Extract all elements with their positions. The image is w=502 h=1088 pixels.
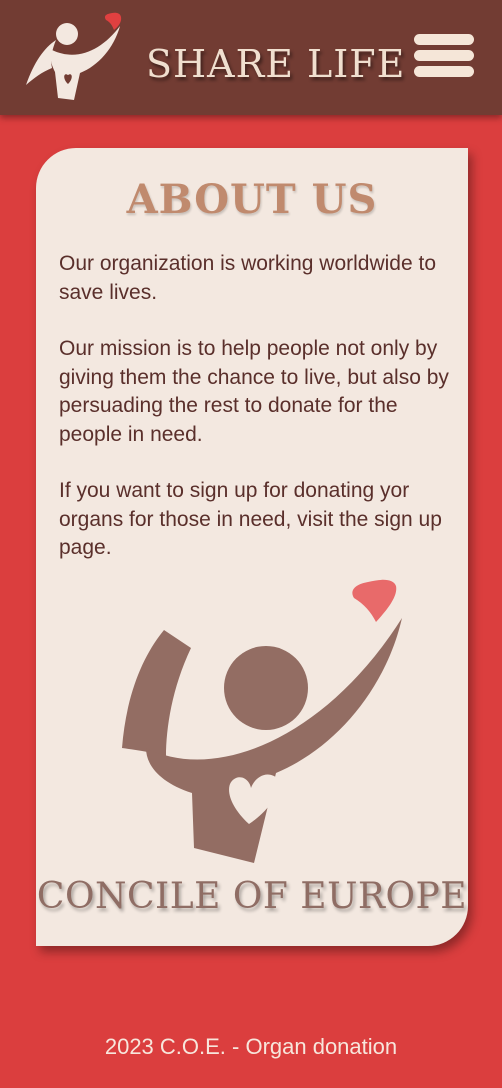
about-paragraph: Our mission is to help people not only b… <box>59 337 449 446</box>
person-heart-logo-icon[interactable] <box>22 10 127 105</box>
about-title: ABOUT US <box>126 176 378 223</box>
person-heart-emblem-icon <box>122 579 402 863</box>
top-header: SHARE LIFE <box>0 0 502 115</box>
about-paragraph: If you want to sign up for donating yor … <box>59 479 442 559</box>
menu-bar <box>414 34 474 45</box>
menu-bar <box>414 66 474 77</box>
brand-title: SHARE LIFE <box>146 42 406 86</box>
about-card: ABOUT US Our organization is working wor… <box>36 148 468 946</box>
organization-name: CONCILE OF EUROPE <box>36 876 468 917</box>
menu-bar <box>414 50 474 61</box>
footer: 2023 C.O.E. - Organ donation <box>104 1034 398 1059</box>
about-paragraph: Our organization is working worldwide to… <box>59 252 437 304</box>
about-text: Our organization is working worldwide to… <box>59 250 454 591</box>
hamburger-menu-icon[interactable] <box>414 34 474 78</box>
